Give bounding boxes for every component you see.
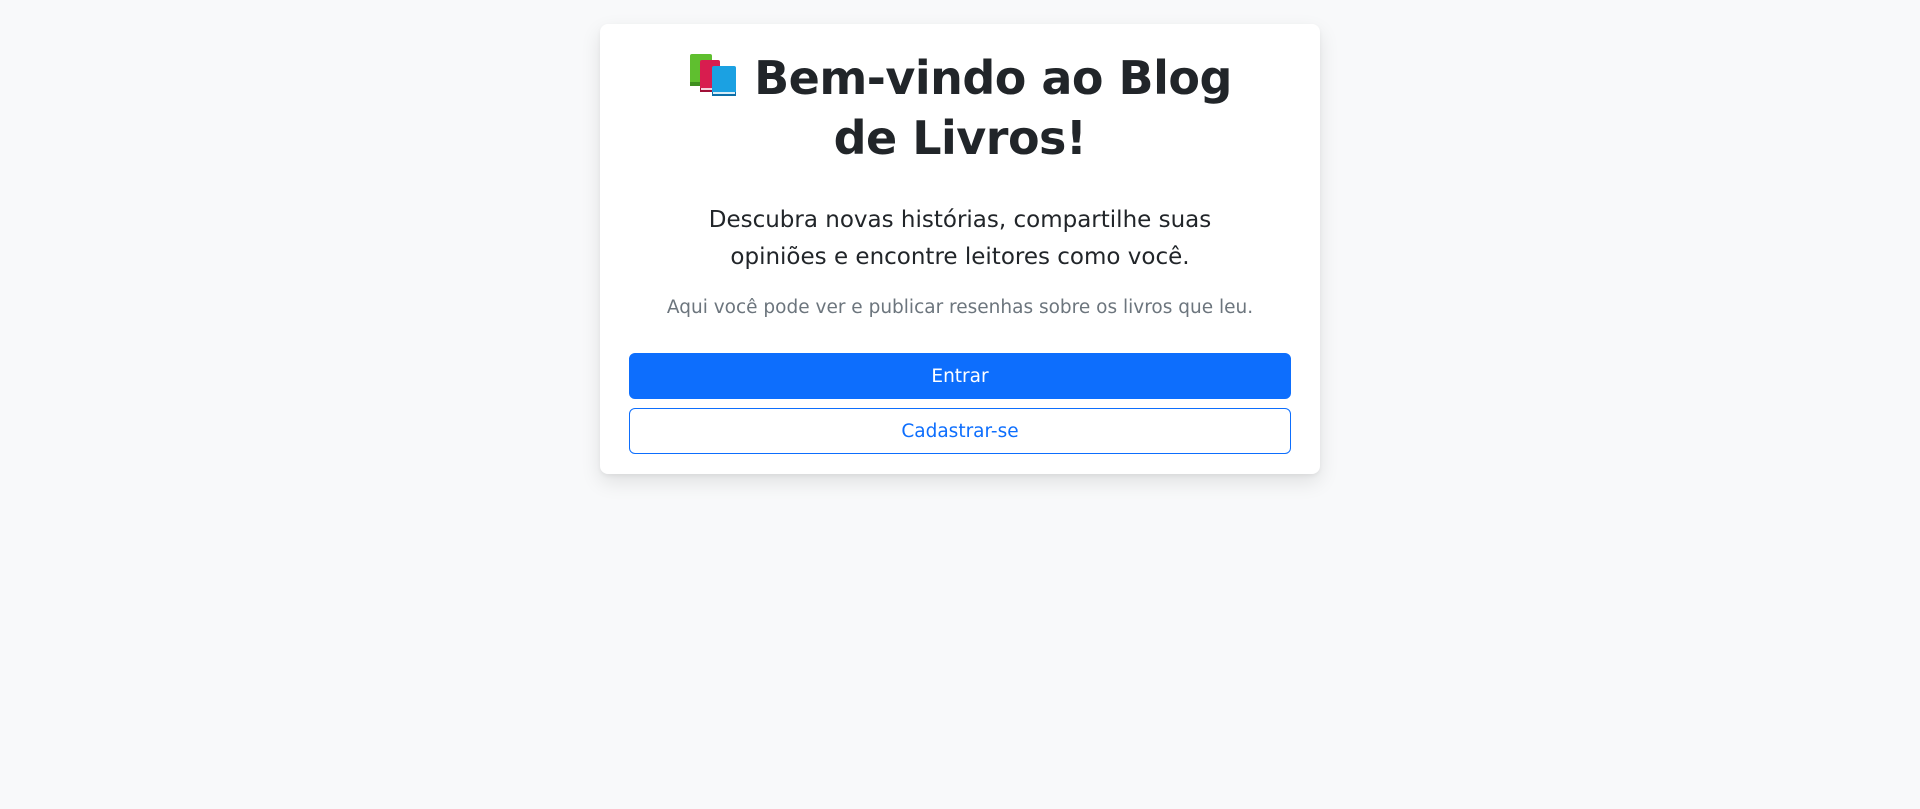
welcome-card: Bem-vindo ao Blog de Livros! Descubra no… [600, 24, 1320, 474]
register-button[interactable]: Cadastrar-se [629, 408, 1291, 454]
login-button[interactable]: Entrar [629, 353, 1291, 399]
page-title: Bem-vindo ao Blog de Livros! [629, 50, 1291, 166]
welcome-lead: Descubra novas histórias, compartilhe su… [708, 207, 1212, 270]
books-icon [688, 52, 740, 110]
page-title-text: Bem-vindo ao Blog de Livros! [754, 51, 1232, 165]
welcome-subtitle: Aqui você pode ver e publicar resenhas s… [666, 297, 1254, 318]
